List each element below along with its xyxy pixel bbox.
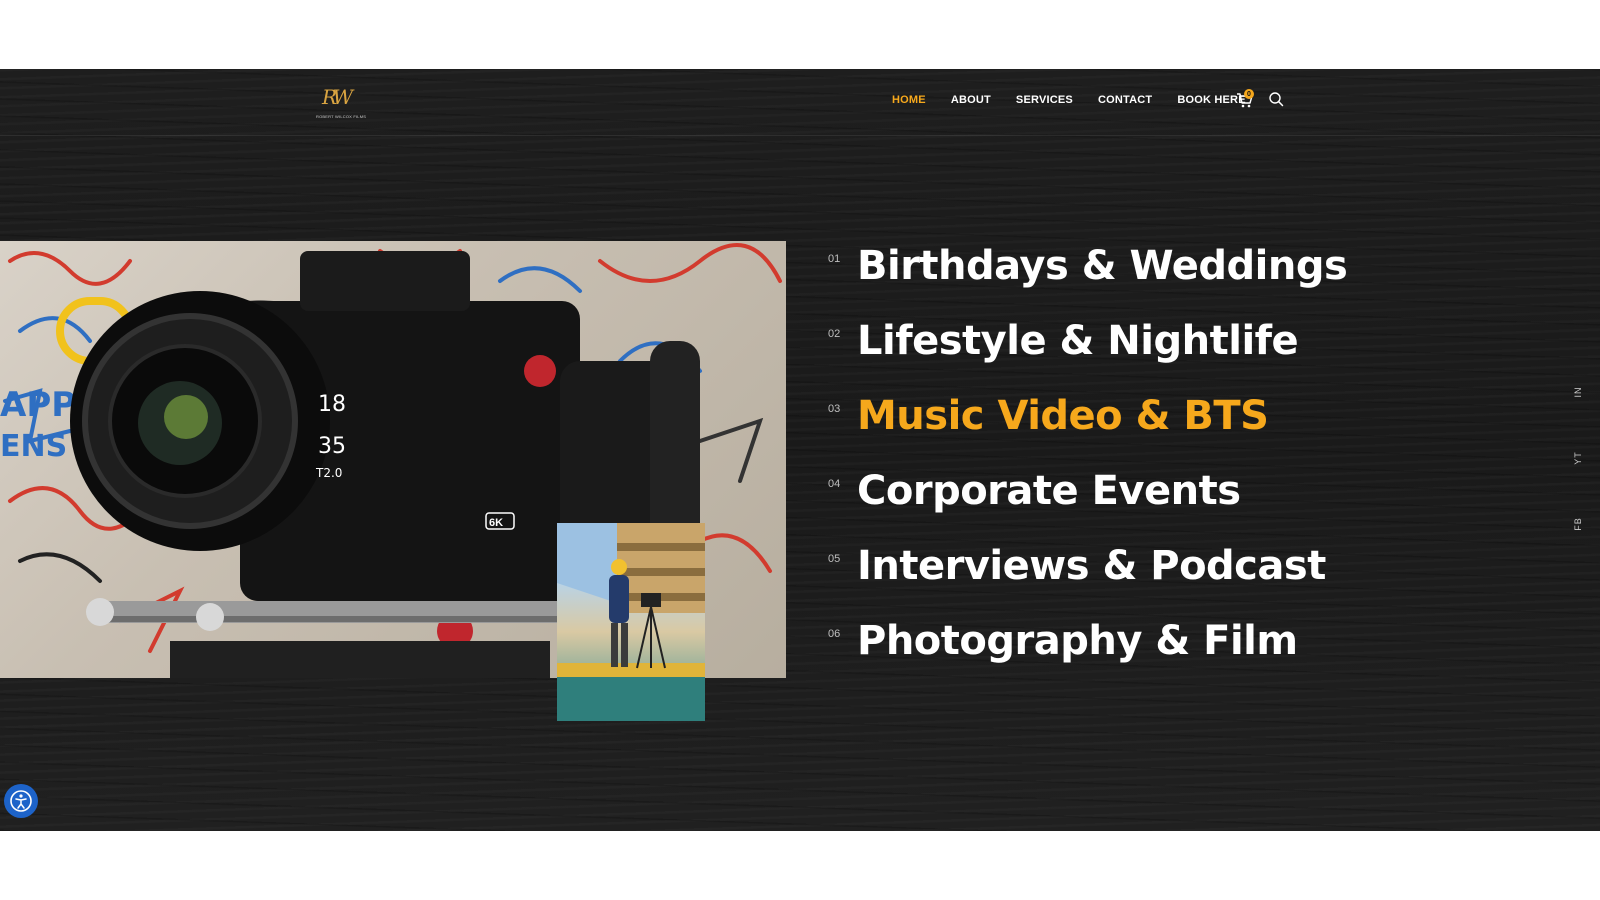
nav-services[interactable]: SERVICES (1016, 94, 1073, 106)
service-number: 02 (828, 328, 841, 340)
service-title: Lifestyle & Nightlife (857, 318, 1299, 364)
services-list: 01 Birthdays & Weddings 02 Lifestyle & N… (826, 241, 1446, 691)
service-number: 05 (828, 553, 841, 565)
service-title: Birthdays & Weddings (857, 243, 1348, 289)
service-title: Interviews & Podcast (857, 543, 1326, 589)
camera-operator-artwork (557, 523, 705, 721)
service-item-music-video-bts[interactable]: 03 Music Video & BTS (826, 391, 1446, 466)
main-nav: HOME ABOUT SERVICES CONTACT BOOK HERE (892, 94, 1271, 106)
social-link-youtube[interactable]: YT (1573, 448, 1583, 468)
svg-text:6K: 6K (489, 517, 503, 529)
service-number: 03 (828, 403, 841, 415)
service-number: 04 (828, 478, 841, 490)
nav-home[interactable]: HOME (892, 94, 926, 106)
nav-about[interactable]: ABOUT (951, 94, 991, 106)
page-stage: RW ROBERT WILCOX FILMS HOME ABOUT SERVIC… (0, 69, 1600, 831)
logo-monogram: RW (322, 85, 353, 109)
cart-count-badge: 0 (1244, 89, 1254, 99)
hero-inset-image (557, 523, 705, 721)
svg-text:18: 18 (318, 392, 346, 417)
service-item-photography-film[interactable]: 06 Photography & Film (826, 616, 1446, 691)
service-title: Corporate Events (857, 468, 1241, 514)
social-link-facebook[interactable]: FB (1573, 514, 1583, 534)
brand-logo[interactable]: RW ROBERT WILCOX FILMS (316, 85, 366, 121)
svg-text:ENS: ENS (0, 429, 67, 464)
service-item-corporate-events[interactable]: 04 Corporate Events (826, 466, 1446, 541)
accessibility-button[interactable] (4, 784, 38, 818)
logo-subtitle: ROBERT WILCOX FILMS (316, 114, 367, 119)
social-link-instagram[interactable]: IN (1573, 382, 1583, 402)
accessibility-icon (10, 790, 32, 812)
service-title: Music Video & BTS (857, 393, 1269, 439)
service-title: Photography & Film (857, 618, 1298, 664)
service-item-birthdays-weddings[interactable]: 01 Birthdays & Weddings (826, 241, 1446, 316)
nav-contact[interactable]: CONTACT (1098, 94, 1152, 106)
service-item-lifestyle-nightlife[interactable]: 02 Lifestyle & Nightlife (826, 316, 1446, 391)
service-number: 06 (828, 628, 841, 640)
service-number: 01 (828, 253, 841, 265)
service-item-interviews-podcast[interactable]: 05 Interviews & Podcast (826, 541, 1446, 616)
site-header: RW ROBERT WILCOX FILMS HOME ABOUT SERVIC… (0, 69, 1600, 136)
svg-text:35: 35 (318, 434, 346, 459)
svg-text:T2.0: T2.0 (315, 466, 342, 480)
search-icon[interactable] (1268, 91, 1284, 107)
